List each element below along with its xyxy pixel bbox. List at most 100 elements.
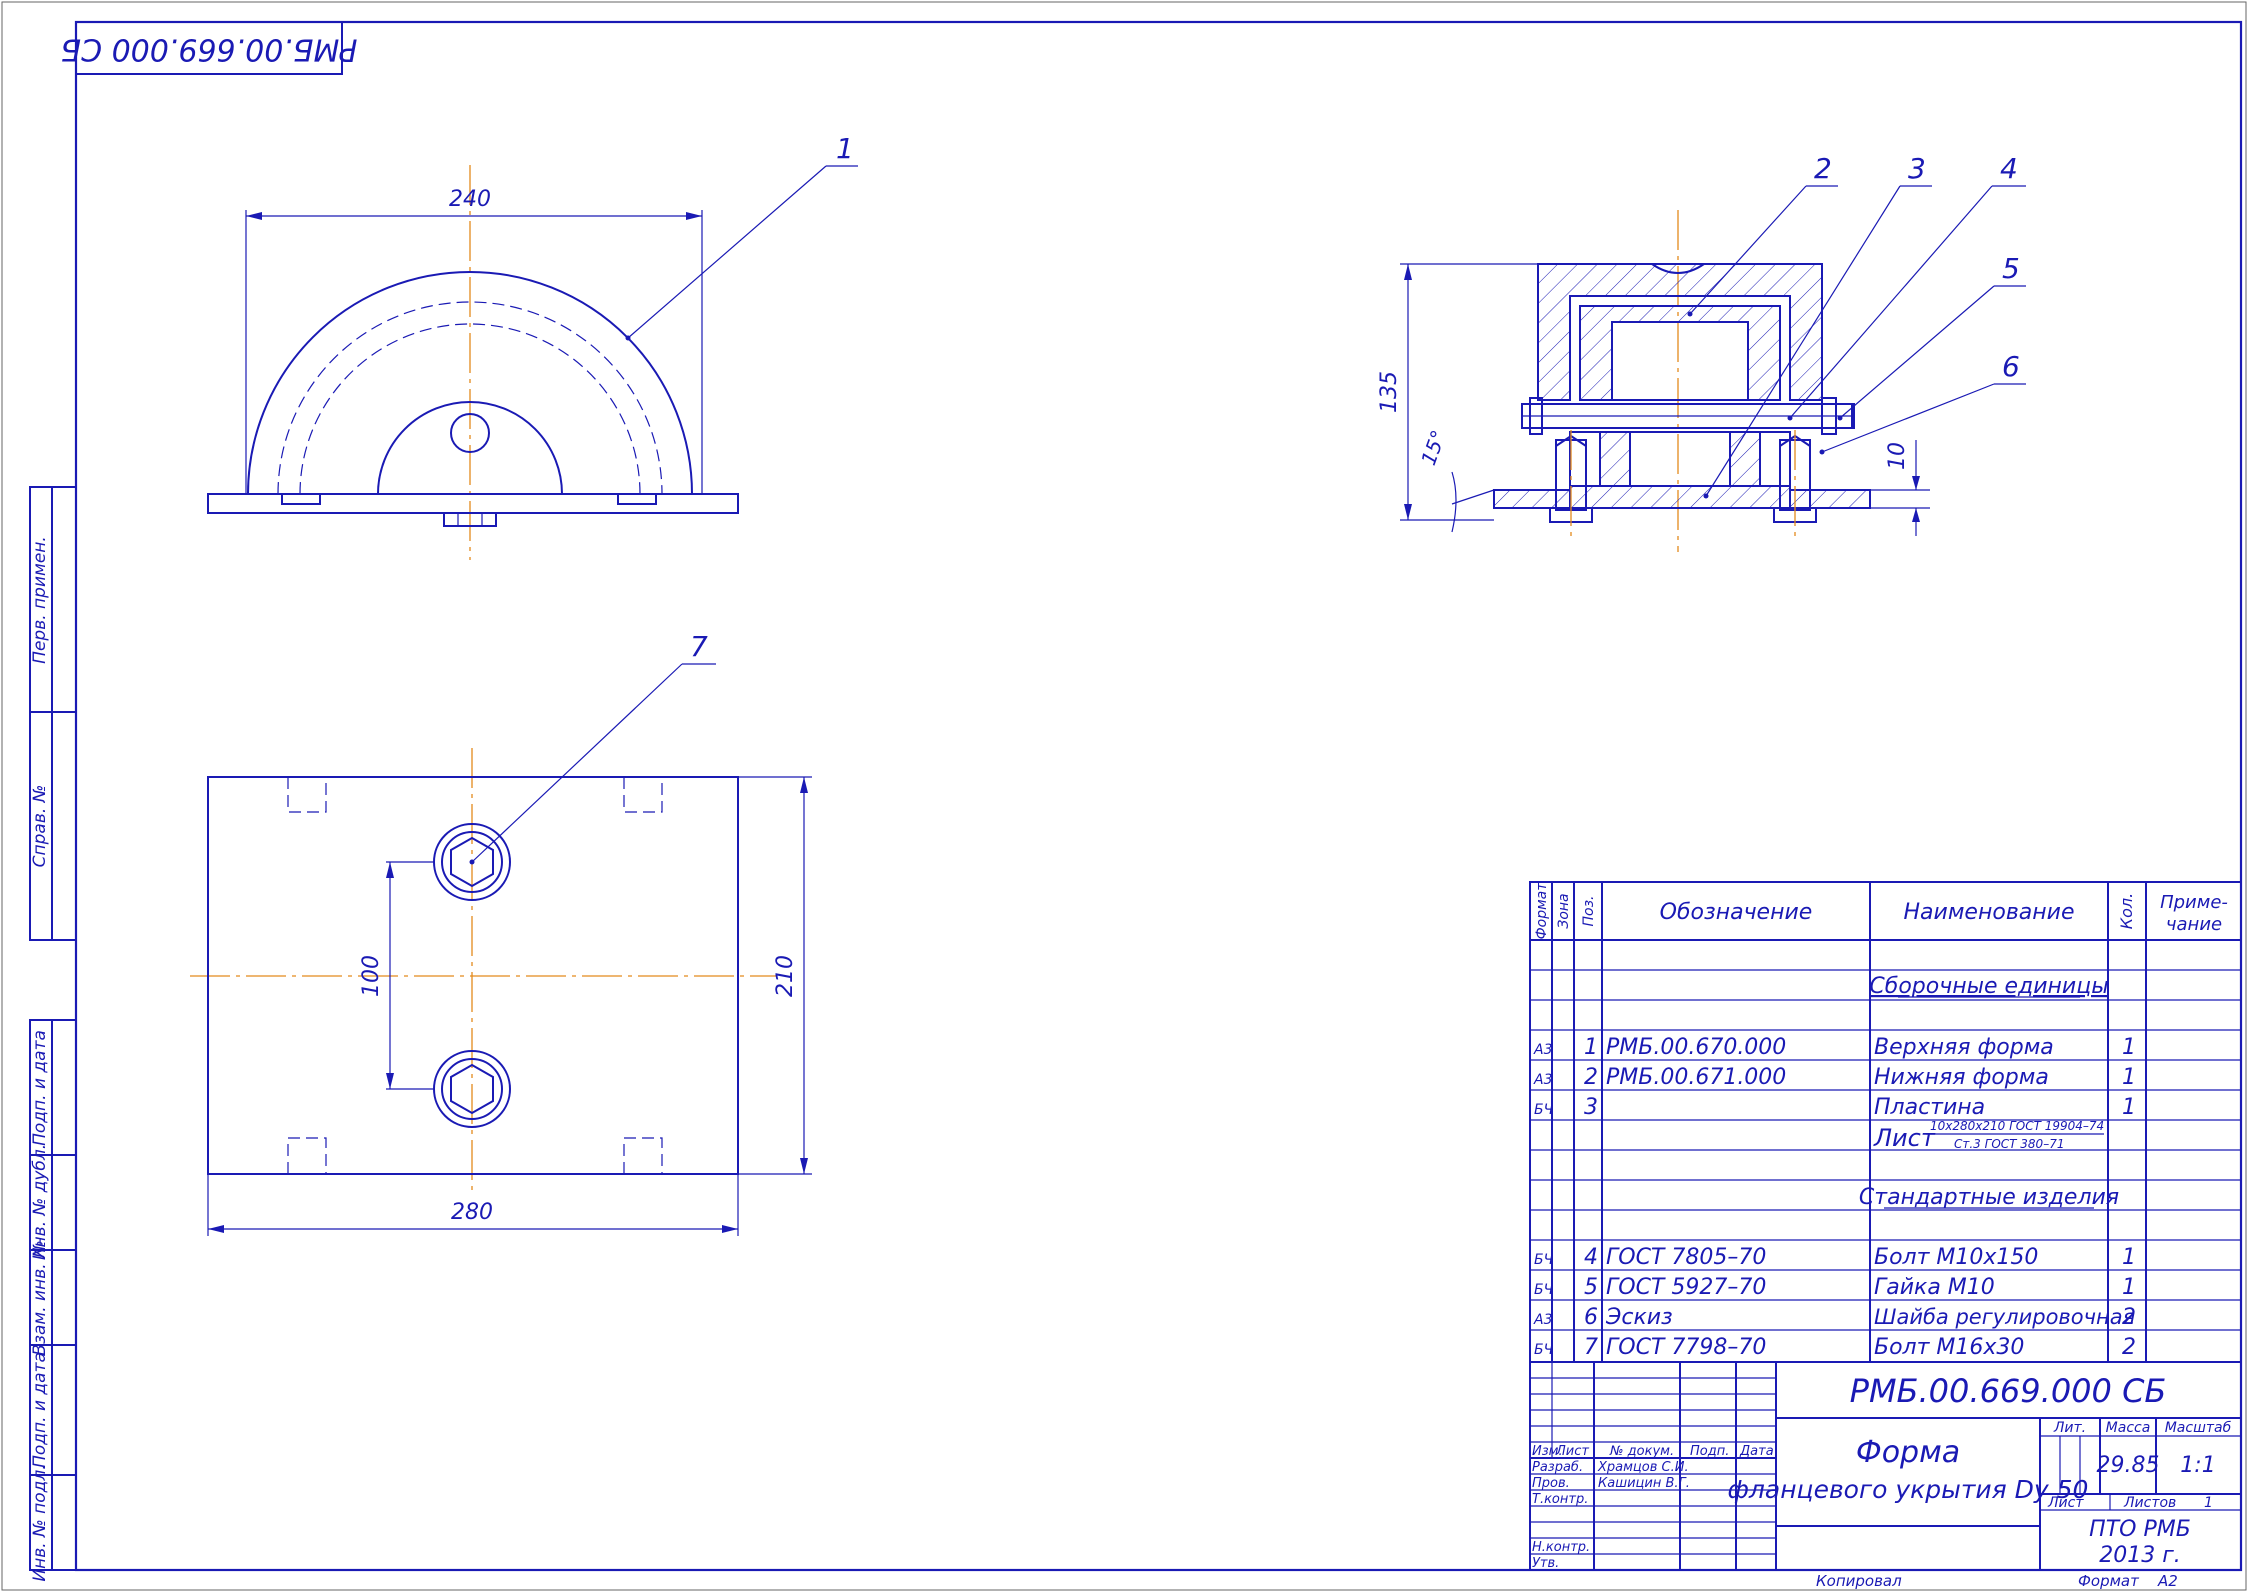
specification-table: Формат Зона Поз. Обозначение Наименовани… <box>1529 881 2242 1363</box>
spec-h-zone: Зона <box>1556 893 1572 928</box>
tb-prov-name: Кашицин В.Г. <box>1598 1476 1690 1491</box>
tb-ndoc: № докум. <box>1609 1444 1674 1459</box>
spec-h-designation: Обозначение <box>1660 900 1813 925</box>
leader-5: 5 <box>2002 252 2020 285</box>
svg-text:Лист: Лист <box>1873 1124 1936 1152</box>
svg-text:Пластина: Пластина <box>1874 1095 1985 1120</box>
side-label-vzam: Взам. инв. № <box>30 1240 50 1355</box>
tb-masshtab: Масштаб <box>2165 1420 2232 1436</box>
tb-title1: Форма <box>1856 1435 1960 1470</box>
format-label: Формат <box>2078 1572 2140 1590</box>
tb-scale-val: 1:1 <box>2180 1453 2215 1478</box>
side-label-podp2: Подп. и дата <box>30 1352 50 1468</box>
dim-280: 280 <box>451 1200 493 1225</box>
spec-section-standard: Стандартные изделия <box>1859 1185 2119 1210</box>
spec-row-1: А3 1 РМБ.00.670.000 Верхняя форма 1 <box>1533 1035 2136 1060</box>
svg-text:РМБ.00.670.000: РМБ.00.670.000 <box>1606 1035 1786 1060</box>
tb-lit: Лит. <box>2053 1420 2086 1436</box>
svg-text:5: 5 <box>1584 1275 1598 1300</box>
dim-240: 240 <box>449 187 491 212</box>
top-view: 100 210 280 7 <box>190 630 812 1236</box>
svg-text:Болт М10х150: Болт М10х150 <box>1874 1245 2038 1270</box>
spec-row-4: БЧ 4 ГОСТ 7805–70 Болт М10х150 1 <box>1534 1245 2136 1270</box>
side-strip: Перв. примен. Справ. № Подп. и дата Инв.… <box>29 486 77 1582</box>
tb-sheets: Листов <box>2123 1495 2176 1511</box>
tb-data: Дата <box>1739 1444 1774 1459</box>
spec-h-format: Формат <box>1534 882 1550 940</box>
svg-text:Болт М16х30: Болт М16х30 <box>1874 1335 2024 1360</box>
spec-row-2: А3 2 РМБ.00.671.000 Нижняя форма 1 <box>1533 1065 2136 1090</box>
spec-row-5: БЧ 5 ГОСТ 5927–70 Гайка М10 1 <box>1534 1275 2136 1300</box>
svg-text:Эскиз: Эскиз <box>1605 1305 1673 1330</box>
svg-text:Ст.3 ГОСТ 380–71: Ст.3 ГОСТ 380–71 <box>1954 1137 2064 1151</box>
tb-sheet: Лист <box>2047 1495 2084 1511</box>
tb-razrab: Разраб. <box>1532 1460 1583 1475</box>
title-block: РМБ.00.669.000 СБ Форма фланцевого укрыт… <box>1529 1361 2242 1571</box>
dim-100: 100 <box>359 955 384 997</box>
tb-code: РМБ.00.669.000 СБ <box>1850 1372 2167 1410</box>
svg-text:БЧ: БЧ <box>1534 1342 1554 1358</box>
kopiroval-label: Копировал <box>1816 1572 1902 1590</box>
svg-text:ГОСТ 5927–70: ГОСТ 5927–70 <box>1606 1275 1766 1300</box>
svg-text:7: 7 <box>1584 1335 1598 1360</box>
tb-list: Лист <box>1555 1444 1589 1459</box>
stamp-code: РМБ.00.669.000 СБ <box>61 32 358 67</box>
spec-h-note1: Приме- <box>2160 892 2228 913</box>
tb-org2: 2013 г. <box>2099 1543 2181 1568</box>
svg-text:БЧ: БЧ <box>1534 1282 1554 1298</box>
section-view: 135 10 15° 2 3 4 5 6 <box>1377 152 2026 552</box>
tb-mass-val: 29.85 <box>2097 1453 2160 1478</box>
spec-h-pos: Поз. <box>1581 896 1597 927</box>
svg-text:2: 2 <box>2122 1335 2136 1360</box>
svg-text:Шайба регулировочная: Шайба регулировочная <box>1874 1305 2135 1329</box>
tb-razrab-name: Храмцов С.И. <box>1597 1460 1689 1475</box>
svg-text:1: 1 <box>1584 1035 1598 1060</box>
svg-text:ГОСТ 7805–70: ГОСТ 7805–70 <box>1606 1245 1766 1270</box>
svg-text:А3: А3 <box>1533 1312 1552 1328</box>
spec-section-assemblies: Сборочные единицы <box>1869 974 2108 999</box>
tb-prov: Пров. <box>1532 1476 1570 1491</box>
tb-tkontr: Т.контр. <box>1532 1492 1588 1507</box>
leader-4: 4 <box>2000 152 2018 185</box>
spec-row-3: БЧ 3 Пластина 1 <box>1534 1095 2136 1120</box>
leader-7: 7 <box>690 630 708 663</box>
side-label-perv: Перв. примен. <box>30 536 50 664</box>
side-label-podl: Инв. № подл. <box>30 1464 50 1581</box>
front-view: 240 1 <box>207 132 858 560</box>
svg-text:Верхняя форма: Верхняя форма <box>1874 1035 2054 1060</box>
dim-135: 135 <box>1377 371 1402 413</box>
tb-org1: ПТО РМБ <box>2089 1517 2191 1542</box>
spec-row-sheet: Лист 10х280х210 ГОСТ 19904–74 Ст.3 ГОСТ … <box>1873 1119 2104 1152</box>
svg-text:6: 6 <box>1584 1305 1598 1330</box>
tb-massa: Масса <box>2106 1420 2151 1436</box>
svg-text:1: 1 <box>2122 1035 2136 1060</box>
svg-text:10х280х210 ГОСТ 19904–74: 10х280х210 ГОСТ 19904–74 <box>1930 1119 2104 1133</box>
side-label-sprav: Справ. № <box>30 785 50 868</box>
tb-utv: Утв. <box>1532 1556 1559 1571</box>
dim-10: 10 <box>1885 442 1910 470</box>
svg-text:РМБ.00.671.000: РМБ.00.671.000 <box>1606 1065 1786 1090</box>
tb-nkontr: Н.контр. <box>1532 1540 1590 1555</box>
svg-text:2: 2 <box>1584 1065 1598 1090</box>
side-label-podp1: Подп. и дата <box>30 1030 50 1146</box>
dim-210: 210 <box>773 955 798 997</box>
svg-text:1: 1 <box>2122 1065 2136 1090</box>
tb-title2: фланцевого укрытия Dy 50 <box>1728 1475 2089 1504</box>
svg-text:1: 1 <box>2122 1095 2136 1120</box>
tb-sheets-val: 1 <box>2204 1495 2213 1511</box>
spec-h-note2: чание <box>2166 914 2222 935</box>
svg-text:1: 1 <box>2122 1275 2136 1300</box>
svg-text:Гайка М10: Гайка М10 <box>1874 1275 1995 1300</box>
spec-row-7: БЧ 7 ГОСТ 7798–70 Болт М16х30 2 <box>1534 1335 2136 1360</box>
svg-text:2: 2 <box>2122 1305 2136 1330</box>
spec-h-name: Наименование <box>1904 900 2075 925</box>
svg-text:А3: А3 <box>1533 1072 1552 1088</box>
leader-6: 6 <box>2002 350 2020 383</box>
leader-2: 2 <box>1814 152 1832 185</box>
spec-row-6: А3 6 Эскиз Шайба регулировочная 2 <box>1533 1305 2136 1330</box>
svg-text:1: 1 <box>2122 1245 2136 1270</box>
svg-text:А3: А3 <box>1533 1042 1552 1058</box>
svg-text:Нижняя форма: Нижняя форма <box>1874 1065 2049 1090</box>
leader-1: 1 <box>836 132 854 165</box>
format-value: А2 <box>2157 1572 2178 1590</box>
